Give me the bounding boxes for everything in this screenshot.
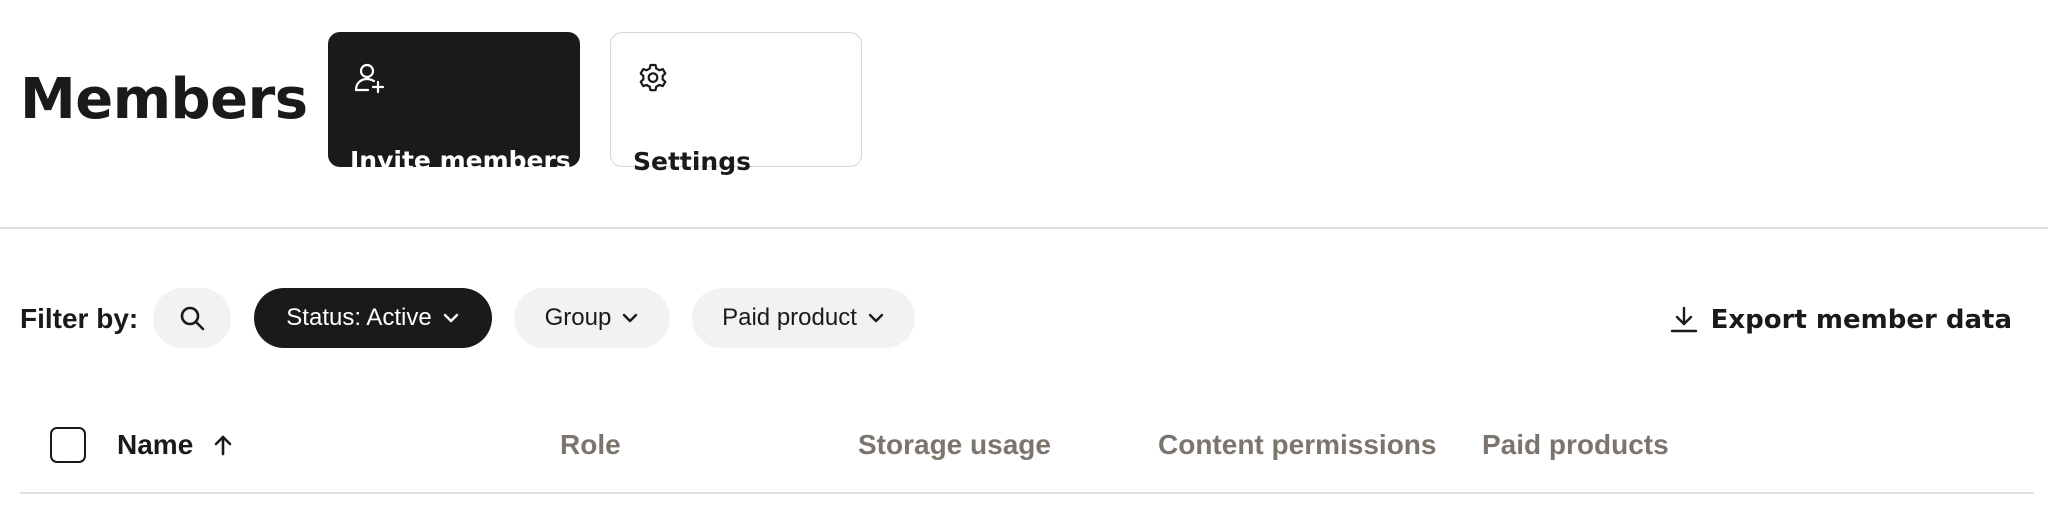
settings-label: Settings [633, 147, 752, 176]
page-title: Members [20, 67, 308, 132]
column-header-content-permissions[interactable]: Content permissions [1158, 428, 1436, 462]
column-header-storage-usage[interactable]: Storage usage [858, 428, 1051, 462]
select-all-checkbox[interactable] [50, 427, 86, 463]
table-header: Name Role Storage usage Content permissi… [0, 410, 2048, 480]
settings-button[interactable]: Settings [610, 32, 862, 176]
invite-members-button[interactable]: Invite members [328, 32, 580, 175]
column-name-label: Name [117, 429, 194, 460]
paid-product-filter-label: Paid product [722, 304, 857, 331]
search-button[interactable] [153, 288, 231, 348]
paid-product-filter[interactable]: Paid product [692, 288, 915, 348]
person-add-icon [354, 63, 385, 94]
table-divider [20, 492, 2034, 494]
group-filter-label: Group [544, 304, 612, 331]
chevron-down-icon [443, 313, 458, 323]
export-member-data-button[interactable]: Export member data [1669, 300, 2012, 340]
status-filter-label: Status: Active [286, 304, 432, 331]
search-icon [180, 306, 205, 331]
header-divider [0, 227, 2048, 229]
column-header-paid-products[interactable]: Paid products [1482, 428, 1669, 462]
arrow-up-icon [214, 435, 232, 456]
column-header-name[interactable]: Name [117, 428, 235, 462]
download-icon [1670, 306, 1697, 333]
status-filter[interactable]: Status: Active [254, 288, 492, 348]
column-header-role[interactable]: Role [560, 428, 621, 462]
chevron-down-icon [868, 313, 884, 323]
group-filter[interactable]: Group [514, 288, 670, 348]
invite-members-label: Invite members [350, 146, 571, 175]
export-member-data-label: Export member data [1710, 305, 2012, 335]
filter-label: Filter by: [20, 303, 139, 334]
gear-icon [639, 63, 667, 92]
chevron-down-icon [623, 313, 638, 323]
